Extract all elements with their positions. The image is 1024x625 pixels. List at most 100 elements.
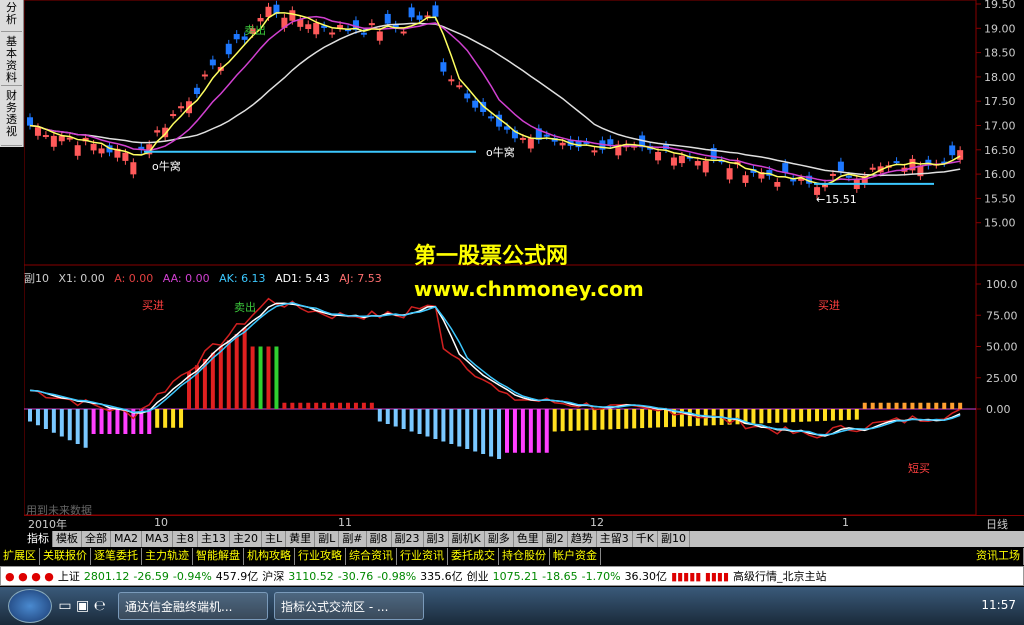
quicklaunch-icons[interactable]: ▭ ▣ ℮ (52, 598, 112, 614)
formula-tab[interactable]: 副23 (392, 531, 424, 547)
watermark-url: www.chnmoney.com (414, 277, 644, 301)
candle-body (845, 175, 852, 178)
side-tab-finance[interactable]: 财务透视 (1, 88, 22, 146)
function-tab[interactable]: 资讯工场 (973, 548, 1024, 565)
site-name[interactable]: 高级行情_北京主站 (733, 568, 827, 584)
indicator-bar (687, 409, 692, 427)
indicator-bar (497, 409, 502, 459)
function-tab[interactable]: 机构攻略 (244, 548, 295, 565)
candle-body (368, 23, 375, 26)
price-tick-label: 16.00 (984, 168, 1016, 181)
cy-value: 1075.21 (492, 569, 539, 583)
candle-body (448, 79, 455, 82)
indicator-bar (823, 409, 827, 421)
indicator-bar (767, 409, 772, 424)
formula-tab[interactable]: 全部 (82, 531, 111, 547)
side-tab-analysis[interactable]: 分析 (1, 0, 22, 32)
formula-tab[interactable]: 副机K (449, 531, 485, 547)
function-tab[interactable]: 主力轨迹 (142, 548, 193, 565)
formula-tab[interactable]: 色里 (514, 531, 543, 547)
period-label[interactable]: 日线 (986, 516, 1008, 532)
indicator-bar (536, 409, 541, 453)
function-tab[interactable]: 行业资讯 (397, 548, 448, 565)
formula-tab[interactable]: 主20 (230, 531, 263, 547)
date-label: 1 (842, 516, 849, 529)
function-tab[interactable]: 关联报价 (40, 548, 91, 565)
function-tab[interactable]: 帐户资金 (550, 548, 601, 565)
formula-tab[interactable]: 黄里 (286, 531, 316, 547)
taskbar-item-tdx[interactable]: 通达信金融终端机... (118, 592, 268, 620)
indicator-aj: AJ: 7.53 (339, 272, 382, 285)
candle-body (257, 17, 264, 22)
candle-body (98, 148, 105, 154)
formula-tab[interactable]: 主L (262, 531, 287, 547)
function-tab[interactable]: 智能解盘 (193, 548, 244, 565)
candle-body (289, 10, 296, 21)
indicator-bar (870, 402, 875, 409)
formula-tab[interactable]: 千K (633, 531, 658, 547)
sz-change: -30.76 (337, 569, 374, 583)
indicator-bar (934, 402, 939, 409)
formula-tab[interactable]: 主13 (198, 531, 231, 547)
indicator-bar (51, 409, 56, 433)
formula-tab[interactable]: 副# (339, 531, 367, 547)
formula-tab[interactable]: MA3 (142, 531, 174, 547)
price-tick-label: 19.00 (984, 22, 1016, 35)
start-button-icon[interactable] (8, 589, 52, 623)
candle-body (607, 139, 614, 145)
sz-name: 沪深 (262, 570, 285, 583)
formula-tab[interactable]: 副2 (543, 531, 568, 547)
candle-body (893, 161, 900, 164)
side-tab-basic-info[interactable]: 基本资料 (1, 34, 22, 86)
candle-body (559, 142, 566, 146)
indicator-bar (377, 409, 382, 422)
formula-tab[interactable]: MA2 (111, 531, 143, 547)
niu-label-2: o牛窝 (486, 146, 515, 159)
date-label: 12 (590, 516, 604, 529)
candle-body (58, 135, 65, 142)
price-tick-label: 17.50 (984, 95, 1016, 108)
indicator-bar (218, 346, 223, 409)
date-label: 11 (338, 516, 352, 529)
formula-tab[interactable]: 副多 (485, 531, 514, 547)
date-axis: 2010年 10 11 12 1 日线 (24, 515, 1024, 532)
function-tab[interactable]: 逐笔委托 (91, 548, 142, 565)
price-tick-label: 16.50 (984, 144, 1016, 157)
function-tab[interactable]: 行业攻略 (295, 548, 346, 565)
indicator-bar (107, 409, 112, 434)
indicator-bar (67, 409, 72, 441)
formula-tab[interactable]: 副8 (367, 531, 392, 547)
candle-body (225, 43, 232, 55)
indicator-bar (520, 409, 525, 453)
taskbar-item-browser[interactable]: 指标公式交流区 - ... (274, 592, 424, 620)
indicator-bar (369, 402, 374, 409)
candle-body (360, 32, 367, 35)
function-tab[interactable]: 扩展区 (0, 548, 40, 565)
formula-tab[interactable]: 主8 (173, 531, 199, 547)
indicator-bar (632, 409, 637, 429)
formula-tab[interactable]: 副10 (658, 531, 690, 547)
indicator-bar (91, 409, 96, 434)
function-tab[interactable]: 委托成交 (448, 548, 499, 565)
formula-tab[interactable]: 主留3 (597, 531, 633, 547)
indicator-bar (759, 409, 764, 424)
indicator-bar (656, 409, 661, 428)
candle-body (27, 117, 33, 126)
function-tab[interactable]: 综合资讯 (346, 548, 397, 565)
candle-body (313, 22, 320, 35)
indicator-bar (751, 409, 756, 424)
candle-body (122, 152, 129, 161)
indicator-bar (298, 402, 303, 409)
formula-tab[interactable]: 副3 (424, 531, 449, 547)
candle-body (233, 34, 240, 40)
status-dots: ● ● ● ● (5, 569, 54, 583)
sz-value: 3110.52 (288, 569, 334, 583)
formula-tab[interactable]: 副L (315, 531, 340, 547)
candle-body (201, 74, 208, 77)
formula-tab[interactable]: 趋势 (568, 531, 597, 547)
function-tab[interactable]: 持仓股份 (499, 548, 550, 565)
indicator-bar (346, 402, 350, 409)
sz-percent: -0.98% (377, 569, 417, 583)
formula-tab[interactable]: 模板 (53, 531, 82, 547)
formula-tab[interactable]: 指标 (24, 531, 53, 547)
